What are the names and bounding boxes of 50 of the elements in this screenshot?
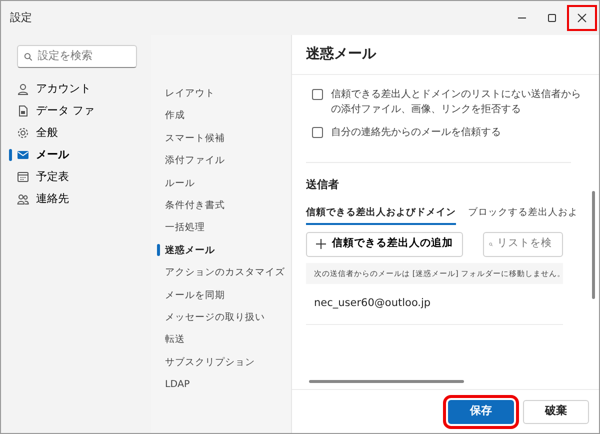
panel-title: 迷惑メール [292, 35, 599, 75]
person-icon [17, 83, 29, 95]
sidebar-item[interactable]: メール [9, 144, 141, 166]
checkbox[interactable] [312, 89, 323, 100]
document-icon [17, 105, 29, 117]
subnav-item[interactable]: 作成 [157, 104, 291, 127]
mail-icon [17, 149, 29, 161]
subnav-item[interactable]: アクションのカスタマイズ [157, 261, 291, 284]
subnav-item[interactable]: 条件付き書式 [157, 194, 291, 216]
sidebar-item[interactable]: 全般 [9, 122, 141, 144]
subnav-item[interactable]: サブスクリプション [157, 350, 291, 374]
plus-icon [316, 239, 326, 250]
subnav-item[interactable]: メールを同期 [157, 284, 291, 306]
tab[interactable]: ブロックする差出人およ [468, 206, 578, 225]
scrollbar[interactable] [592, 191, 595, 299]
close-button[interactable] [569, 7, 595, 29]
subnav-item[interactable]: メッセージの取り扱い [157, 306, 291, 328]
sidebar-item[interactable]: データ ファ [9, 100, 141, 122]
subnav-item[interactable]: 添付ファイル [157, 149, 291, 172]
people-icon [17, 193, 29, 205]
sender-entry[interactable]: nec_user60@outloo.jp [306, 284, 563, 325]
section-heading: 送信者 [306, 177, 340, 193]
maximize-icon [547, 13, 557, 23]
selection-indicator [157, 244, 160, 256]
window-title: 設定 [10, 10, 33, 26]
selection-indicator [9, 149, 12, 161]
checkbox[interactable] [312, 127, 323, 138]
settings-icon [17, 127, 29, 139]
list-search-box[interactable]: リストを検 [483, 232, 563, 257]
subnav-item[interactable]: 転送 [157, 328, 291, 351]
subnav-item[interactable]: 一括処理 [157, 216, 291, 239]
close-icon [577, 13, 587, 23]
tab[interactable]: 信頼できる差出人およびドメイン [306, 206, 456, 225]
sidebar-item[interactable]: 予定表 [9, 166, 141, 188]
search-box[interactable]: 設定を検索 [17, 45, 137, 68]
sidebar-item[interactable]: アカウント [9, 78, 141, 100]
calendar-icon [17, 171, 29, 183]
subnav-item[interactable]: スマート候補 [157, 126, 291, 150]
subnav-item[interactable]: ルール [157, 172, 291, 194]
sidebar-item[interactable]: 連絡先 [9, 188, 141, 210]
scrollbar[interactable] [309, 380, 464, 383]
search-icon [24, 52, 33, 62]
subnav-item[interactable]: レイアウト [157, 82, 291, 104]
subnav-item[interactable]: LDAP [157, 373, 291, 396]
add-sender-button[interactable]: 信頼できる差出人の追加 [306, 232, 463, 257]
subnav-item[interactable]: 迷惑メール [157, 238, 291, 262]
option-label: 信頼できる差出人とドメインのリストにない送信者からの添付ファイル、画像、リンクを拒否する [331, 88, 581, 117]
option-label: 自分の連絡先からのメールを信頼する [331, 126, 501, 140]
discard-button[interactable]: 破棄 [523, 400, 589, 424]
search-field[interactable]: 設定を検索 [38, 48, 130, 65]
